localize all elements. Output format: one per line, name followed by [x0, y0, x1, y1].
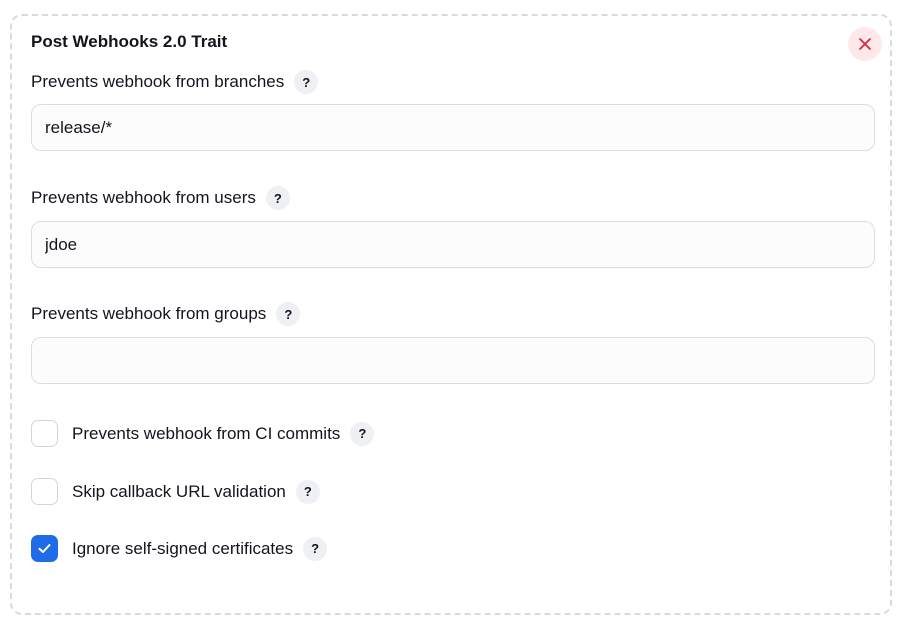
groups-input[interactable] [31, 337, 875, 384]
close-icon [859, 38, 871, 50]
branches-input[interactable] [31, 104, 875, 151]
users-input[interactable] [31, 221, 875, 268]
groups-help-icon[interactable]: ? [276, 302, 301, 326]
ci-commits-checkbox[interactable] [31, 420, 58, 447]
branches-help-icon[interactable]: ? [294, 70, 319, 94]
users-label-text: Prevents webhook from users [31, 188, 256, 207]
users-field-label: Prevents webhook from users ? [31, 186, 290, 210]
skip-callback-help-icon[interactable]: ? [295, 479, 320, 504]
branches-field-label: Prevents webhook from branches ? [31, 70, 319, 94]
checkmark-icon [38, 544, 51, 553]
skip-callback-option[interactable]: Skip callback URL validation ? [31, 478, 320, 505]
branches-label-text: Prevents webhook from branches [31, 72, 285, 91]
ci-commits-help-icon[interactable]: ? [350, 421, 375, 446]
panel-title: Post Webhooks 2.0 Trait [31, 32, 228, 51]
remove-trait-button[interactable] [848, 27, 882, 61]
ignore-certs-label[interactable]: Ignore self-signed certificates [72, 539, 293, 559]
skip-callback-label[interactable]: Skip callback URL validation [72, 482, 286, 502]
ignore-certs-checkbox[interactable] [31, 535, 58, 562]
users-help-icon[interactable]: ? [265, 186, 290, 210]
ci-commits-label[interactable]: Prevents webhook from CI commits [72, 424, 340, 444]
skip-callback-checkbox[interactable] [31, 478, 58, 505]
ignore-certs-help-icon[interactable]: ? [303, 536, 328, 561]
groups-field-label: Prevents webhook from groups ? [31, 302, 301, 326]
ignore-certs-option[interactable]: Ignore self-signed certificates ? [31, 535, 328, 562]
groups-label-text: Prevents webhook from groups [31, 304, 267, 323]
ci-commits-option[interactable]: Prevents webhook from CI commits ? [31, 420, 375, 447]
